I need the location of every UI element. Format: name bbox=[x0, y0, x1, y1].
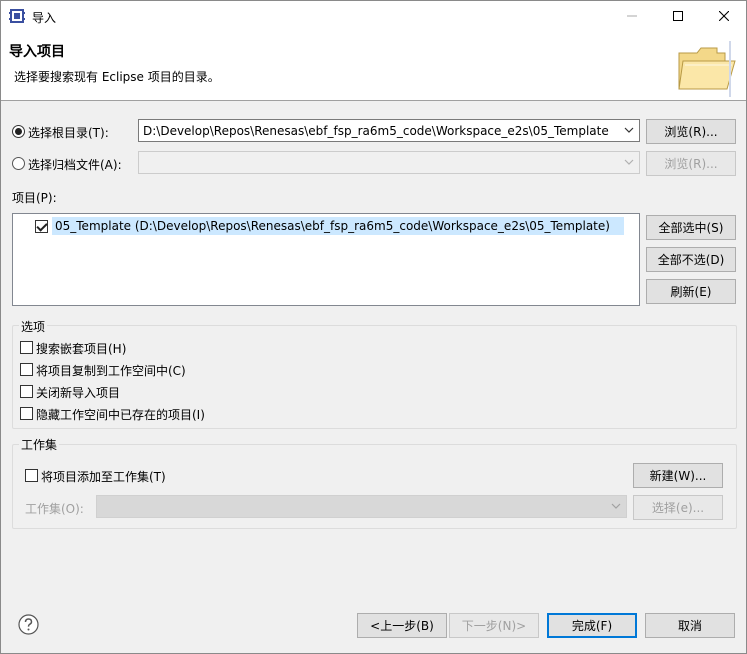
import-dialog: 导入 导入项目 选择要搜索现有 Eclipse 项目的目录。 选择根目录(T):… bbox=[0, 0, 747, 654]
archive-combo[interactable] bbox=[138, 151, 640, 174]
list-item[interactable]: 05_Template (D:\Develop\Repos\Renesas\eb… bbox=[33, 217, 624, 235]
chevron-down-icon bbox=[611, 503, 621, 509]
project-checkbox[interactable] bbox=[35, 220, 48, 233]
projects-label: 项目(P): bbox=[12, 191, 57, 205]
add-to-working-set-checkbox[interactable] bbox=[25, 469, 38, 482]
hide-existing-label: 隐藏工作空间中已存在的项目(I) bbox=[36, 408, 205, 422]
root-dir-value: D:\Develop\Repos\Renesas\ebf_fsp_ra6m5_c… bbox=[143, 124, 609, 138]
archive-label: 选择归档文件(A): bbox=[28, 158, 122, 172]
deselect-all-button[interactable]: 全部不选(D) bbox=[646, 247, 736, 272]
project-name: 05_Template (D:\Develop\Repos\Renesas\eb… bbox=[55, 219, 610, 233]
app-icon bbox=[9, 9, 25, 23]
root-dir-combo[interactable]: D:\Develop\Repos\Renesas\ebf_fsp_ra6m5_c… bbox=[138, 119, 640, 142]
working-sets-title: 工作集 bbox=[19, 436, 60, 453]
close-new-projects-checkbox[interactable] bbox=[20, 385, 33, 398]
chevron-down-icon bbox=[624, 159, 634, 165]
page-description: 选择要搜索现有 Eclipse 项目的目录。 bbox=[14, 70, 220, 84]
search-nested-label: 搜索嵌套项目(H) bbox=[36, 342, 127, 356]
finish-button[interactable]: 完成(F) bbox=[547, 613, 637, 638]
next-button[interactable]: 下一步(N)> bbox=[449, 613, 539, 638]
page-title: 导入项目 bbox=[9, 44, 65, 60]
working-sets-label: 工作集(O): bbox=[25, 502, 84, 516]
maximize-button[interactable] bbox=[655, 1, 701, 31]
options-title: 选项 bbox=[19, 318, 48, 335]
back-button[interactable]: <上一步(B) bbox=[357, 613, 447, 638]
add-to-working-set-label: 将项目添加至工作集(T) bbox=[41, 470, 166, 484]
refresh-button[interactable]: 刷新(E) bbox=[646, 279, 736, 304]
search-nested-checkbox[interactable] bbox=[20, 341, 33, 354]
folder-icon bbox=[678, 41, 736, 97]
select-working-set-button[interactable]: 选择(e)... bbox=[633, 495, 723, 520]
close-new-projects-label: 关闭新导入项目 bbox=[36, 386, 121, 400]
help-icon[interactable] bbox=[18, 614, 39, 635]
root-dir-label: 选择根目录(T): bbox=[28, 126, 109, 140]
chevron-down-icon bbox=[624, 127, 634, 133]
cancel-button[interactable]: 取消 bbox=[645, 613, 735, 638]
select-all-button[interactable]: 全部选中(S) bbox=[646, 215, 736, 240]
projects-list[interactable]: 05_Template (D:\Develop\Repos\Renesas\eb… bbox=[12, 213, 640, 306]
new-working-set-button[interactable]: 新建(W)... bbox=[633, 463, 723, 488]
minimize-icon bbox=[627, 15, 637, 17]
close-button[interactable] bbox=[701, 1, 747, 31]
archive-radio[interactable] bbox=[12, 157, 25, 170]
browse-root-button[interactable]: 浏览(R)... bbox=[646, 119, 736, 144]
hide-existing-checkbox[interactable] bbox=[20, 407, 33, 420]
close-icon bbox=[719, 11, 729, 21]
title-bar: 导入 bbox=[1, 1, 746, 31]
minimize-button[interactable] bbox=[609, 1, 655, 31]
window-title: 导入 bbox=[32, 11, 57, 25]
root-dir-radio[interactable] bbox=[12, 125, 25, 138]
copy-to-workspace-checkbox[interactable] bbox=[20, 363, 33, 376]
browse-archive-button[interactable]: 浏览(R)... bbox=[646, 151, 736, 176]
copy-to-workspace-label: 将项目复制到工作空间中(C) bbox=[36, 364, 186, 378]
header-banner: 导入项目 选择要搜索现有 Eclipse 项目的目录。 bbox=[1, 31, 746, 101]
maximize-icon bbox=[673, 11, 683, 21]
working-sets-combo[interactable] bbox=[96, 495, 627, 518]
